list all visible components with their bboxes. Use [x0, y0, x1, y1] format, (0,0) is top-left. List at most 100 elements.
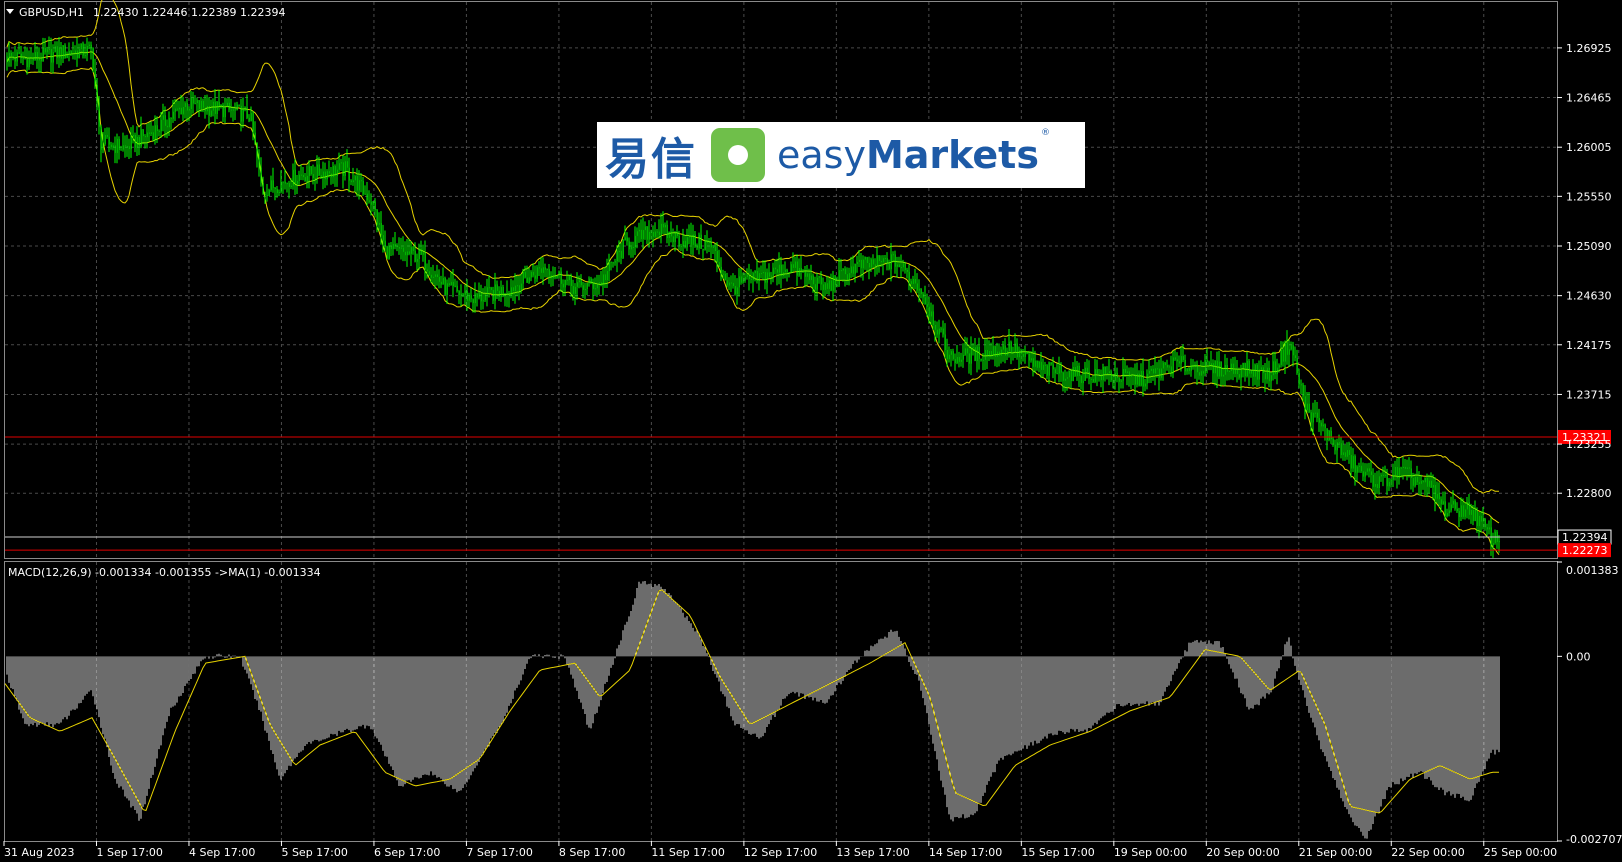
candle-body: [150, 132, 152, 134]
candle-body: [316, 164, 318, 179]
candle-body: [978, 346, 980, 359]
candle-body: [852, 266, 854, 274]
candle-body: [948, 354, 950, 360]
candle-body: [1106, 373, 1108, 375]
candle-body: [404, 251, 406, 256]
candle-body: [1418, 482, 1420, 484]
candle-body: [1326, 428, 1328, 440]
candle-body: [372, 201, 374, 205]
candle-body: [140, 129, 142, 147]
candle-body: [952, 351, 954, 360]
candle-body: [910, 281, 912, 284]
candle-body: [1060, 365, 1062, 373]
candle-body: [1404, 466, 1406, 469]
candle-body: [1044, 364, 1046, 366]
candle-body: [60, 48, 62, 59]
candle-body: [1294, 355, 1296, 358]
candle-body: [828, 280, 830, 289]
candle-body: [548, 269, 550, 276]
candle-body: [652, 232, 654, 237]
candle-body: [500, 286, 502, 297]
candle-body: [964, 348, 966, 355]
candle-body: [1006, 351, 1008, 356]
candle-body: [98, 102, 100, 127]
candle-body: [734, 286, 736, 295]
time-tick-label: 31 Aug 2023: [4, 846, 74, 859]
candle-body: [410, 247, 412, 254]
symbol-label[interactable]: GBPUSD,H1: [19, 6, 84, 19]
candle-body: [436, 274, 438, 277]
candle-body: [1292, 345, 1294, 356]
candle-body: [112, 145, 114, 148]
candle-body: [920, 288, 922, 294]
candle-body: [64, 45, 66, 58]
candle-body: [1212, 363, 1214, 374]
candle-body: [692, 234, 694, 245]
candle-body: [480, 293, 482, 302]
candle-body: [746, 275, 748, 277]
candle-body: [562, 283, 564, 288]
candle-body: [1364, 471, 1366, 477]
candle-body: [136, 136, 138, 148]
candle-body: [1164, 362, 1166, 366]
candle-body: [130, 136, 132, 150]
candle-body: [1134, 374, 1136, 385]
candle-body: [244, 107, 246, 109]
candle-body: [780, 264, 782, 277]
candle-body: [158, 130, 160, 132]
candle-body: [290, 185, 292, 187]
candle-body: [648, 231, 650, 240]
candle-body: [162, 115, 164, 120]
candle-body: [426, 269, 428, 272]
candle-body: [224, 106, 226, 118]
candle-body: [878, 255, 880, 261]
candle-body: [234, 109, 236, 111]
candle-body: [636, 231, 638, 236]
candle-body: [1132, 374, 1134, 376]
candle-body: [528, 277, 530, 283]
candle-body: [334, 166, 336, 176]
candle-body: [82, 43, 84, 56]
candle-body: [1378, 476, 1380, 488]
candle-body: [876, 255, 878, 266]
candle-body: [540, 268, 542, 273]
candle-body: [710, 241, 712, 248]
candle-body: [792, 264, 794, 268]
candle-body: [1012, 352, 1014, 354]
candle-body: [414, 250, 416, 262]
candle-body: [384, 240, 386, 247]
candle-body: [184, 103, 186, 108]
candle-body: [1406, 467, 1408, 469]
candle-body: [340, 162, 342, 164]
candle-body: [1238, 374, 1240, 378]
candle-body: [466, 291, 468, 301]
candle-body: [1382, 474, 1384, 476]
candle-body: [78, 49, 80, 59]
candle-body: [114, 145, 116, 153]
candle-body: [672, 236, 674, 243]
candle-body: [732, 282, 734, 287]
time-tick-label: 4 Sep 17:00: [189, 846, 255, 859]
candle-body: [488, 287, 490, 289]
candle-body: [194, 103, 196, 105]
candle-body: [1130, 374, 1132, 377]
candle-body: [174, 108, 176, 112]
candle-body: [834, 275, 836, 286]
candle-body: [1010, 341, 1012, 354]
candle-body: [708, 241, 710, 243]
candle-body: [844, 268, 846, 275]
candle-body: [936, 329, 938, 335]
candle-body: [804, 271, 806, 277]
candle-body: [960, 359, 962, 362]
candle-body: [506, 293, 508, 296]
candle-body: [1276, 367, 1278, 375]
candle-body: [1296, 357, 1298, 374]
macd-indicator-label[interactable]: MACD(12,26,9) -0.001334 -0.001355 ->MA(1…: [8, 566, 321, 579]
candle-body: [824, 283, 826, 290]
candle-body: [448, 283, 450, 285]
candle-body: [460, 293, 462, 296]
candle-body: [808, 273, 810, 281]
candle-body: [694, 234, 696, 246]
candle-body: [1090, 378, 1092, 380]
candle-body: [1036, 360, 1038, 368]
